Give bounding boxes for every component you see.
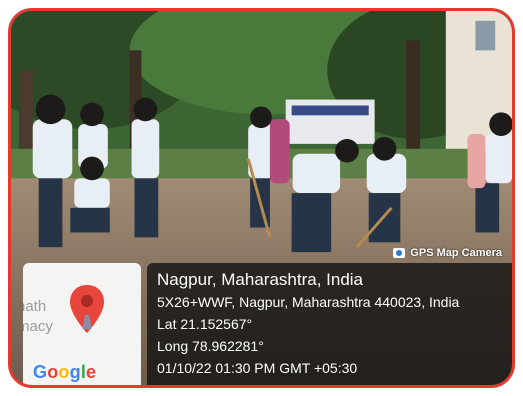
- camera-icon: [393, 248, 406, 258]
- map-faded-line-1: nath: [23, 298, 47, 315]
- gps-brand-label: GPS Map Camera: [393, 244, 502, 262]
- gps-brand-text: GPS Map Camera: [410, 247, 502, 259]
- place-name: Nagpur, Maharashtra, India: [157, 270, 364, 289]
- google-logo: Google: [33, 362, 97, 382]
- map-faded-text: nath macy: [23, 297, 53, 337]
- address: 5X26+WWF, Nagpur, Maharashtra 440023, In…: [157, 294, 460, 310]
- longitude: Long 78.962281°: [157, 338, 264, 354]
- map-faded-line-2: macy: [23, 318, 53, 335]
- datetime: 01/10/22 01:30 PM GMT +05:30: [157, 360, 358, 376]
- map-thumbnail: nath macy Google: [23, 263, 141, 385]
- location-info-panel: Nagpur, Maharashtra, India 5X26+WWF, Nag…: [147, 263, 512, 385]
- latitude: Lat 21.152567°: [157, 316, 253, 332]
- photo-frame: GPS Map Camera nath macy Google Nagpur, …: [8, 8, 515, 388]
- map-pin-icon: [70, 285, 104, 333]
